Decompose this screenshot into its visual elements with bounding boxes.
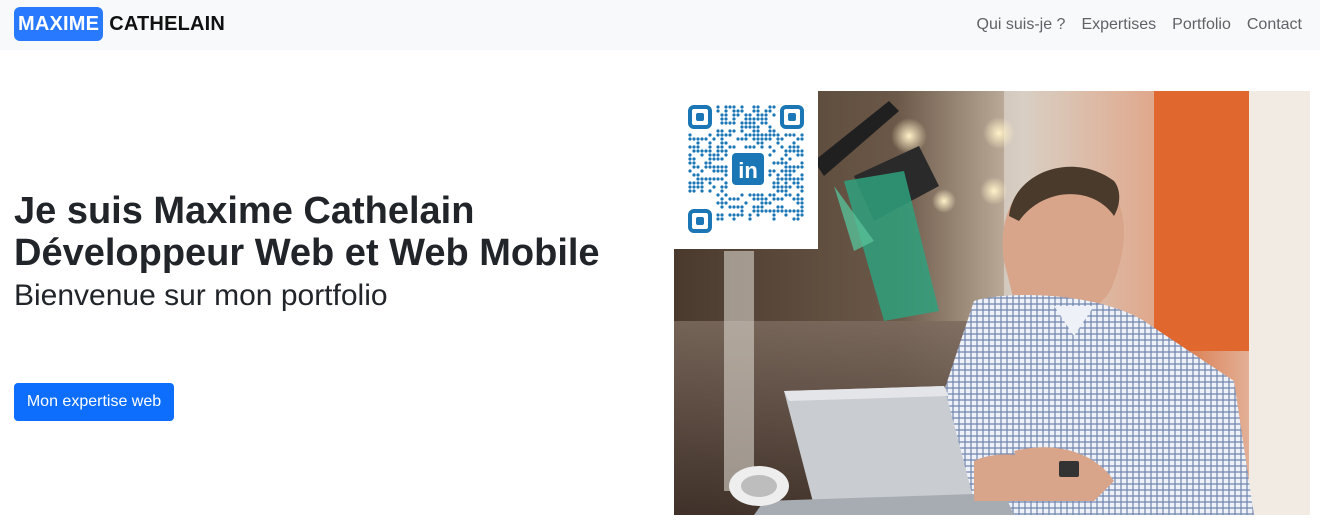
nav-link-portfolio[interactable]: Portfolio [1172, 16, 1231, 34]
hero-title: Je suis Maxime Cathelain Développeur Web… [14, 190, 664, 274]
hero-lead: Bienvenue sur mon portfolio [14, 279, 388, 312]
brand-logo[interactable]: MAXIME CATHELAIN [14, 7, 225, 41]
nav-link-contact[interactable]: Contact [1247, 16, 1302, 34]
nav-link-expertises[interactable]: Expertises [1081, 16, 1156, 34]
brand-last-name: CATHELAIN [109, 12, 226, 35]
hero-title-line2: Développeur Web et Web Mobile [14, 232, 600, 274]
linkedin-icon-text: in [738, 158, 758, 183]
expertise-button[interactable]: Mon expertise web [14, 383, 174, 421]
linkedin-qr-code[interactable]: in [674, 91, 818, 249]
nav-link-qui-suis-je[interactable]: Qui suis-je ? [977, 16, 1066, 34]
hero-section: Je suis Maxime Cathelain Développeur Web… [14, 190, 664, 316]
navbar: MAXIME CATHELAIN Qui suis-je ? Expertise… [0, 0, 1320, 50]
brand-first-name: MAXIME [14, 7, 104, 41]
nav-menu: Qui suis-je ? Expertises Portfolio Conta… [977, 0, 1302, 50]
hero-title-line1: Je suis Maxime Cathelain [14, 190, 475, 232]
